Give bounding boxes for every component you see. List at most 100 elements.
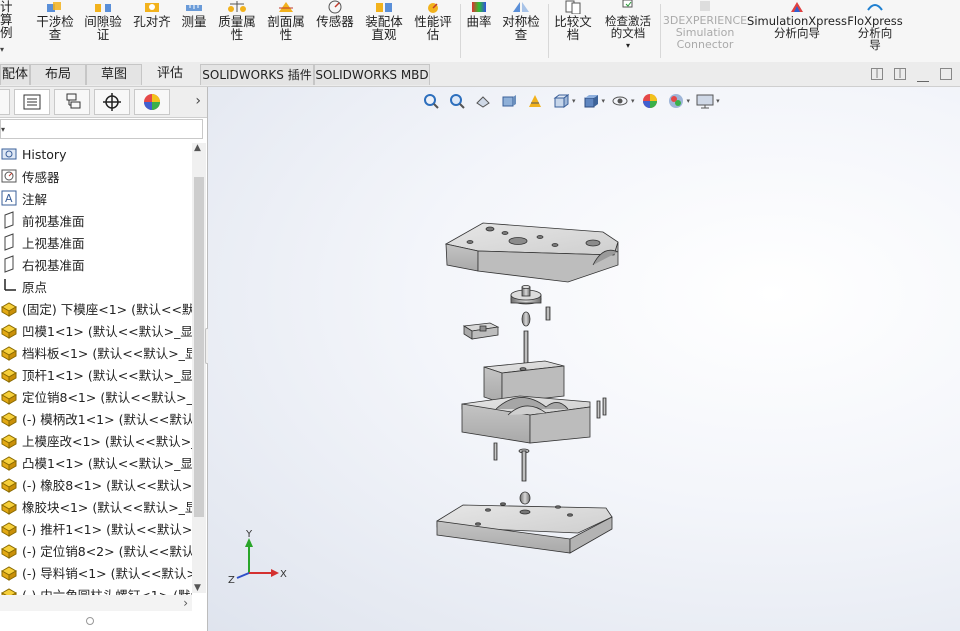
tree-item[interactable]: (-) 定位销8<2> (默认<<默认> [0, 539, 192, 561]
hole-alignment-label: 孔对齐 [133, 14, 171, 29]
guide-pin[interactable] [596, 400, 601, 419]
section-properties-label: 剖面属 性 [267, 14, 305, 42]
scroll-up-icon[interactable]: ▲ [194, 143, 201, 153]
simulationxpress-button[interactable]: SimulationXpress 分析向导 [747, 0, 847, 60]
ejector-rod[interactable] [523, 330, 529, 366]
chevron-right-icon[interactable]: › [195, 93, 201, 109]
tree-item[interactable]: 右视基准面 [0, 253, 192, 275]
mass-properties-button[interactable]: 质量属 性 [213, 0, 261, 60]
tab-dimxpert-manager[interactable] [94, 89, 130, 115]
tab-property-manager[interactable] [14, 89, 50, 115]
tree-item-label: 传感器 [22, 169, 60, 185]
stopper-plate[interactable] [462, 322, 500, 340]
part-icon [0, 541, 18, 559]
tree-item[interactable]: 上视基准面 [0, 231, 192, 253]
graphics-area[interactable]: ▾ ▾ ▾ ▾ ▾ Y X Z [208, 87, 960, 631]
tree-filter-input[interactable] [0, 119, 203, 139]
symmetry-check-button[interactable]: 对称检 查 [498, 0, 544, 60]
scroll-down-icon[interactable]: ▼ [194, 583, 201, 593]
floxpress-button[interactable]: FloXpress 分析向 导 [847, 0, 903, 60]
hole-alignment-button[interactable]: 孔对齐 [128, 0, 176, 60]
panel-tabs: › [0, 87, 207, 118]
3dexperience-simulation-connector-button[interactable]: 3DEXPERIENCE Simulation Connector [663, 0, 747, 60]
check-active-document-button[interactable]: 检查激活 的文档 ▾ [598, 0, 658, 60]
interference-detection-button[interactable]: 干涉检 查 [32, 0, 78, 60]
upper-die-seat[interactable] [444, 222, 619, 283]
tree-item[interactable]: 上模座改<1> (默认<<默认>_显 [0, 429, 192, 451]
tree-item[interactable]: 定位销8<1> (默认<<默认>_显 [0, 385, 192, 407]
tree-item[interactable]: 原点 [0, 275, 192, 297]
tree-item[interactable]: A 注解 [0, 187, 192, 209]
tree-item-label: (-) 模柄改1<1> (默认<<默认> [22, 411, 192, 427]
assembly-visualization-button[interactable]: 装配体 直观 [361, 0, 407, 60]
tree-item-label: 凹模1<1> (默认<<默认>_显示 [22, 323, 192, 339]
die-shank[interactable] [510, 284, 542, 327]
die[interactable] [461, 395, 591, 444]
tab-solidworks-mbd[interactable]: SOLIDWORKS MBD [314, 64, 430, 85]
chevron-down-icon[interactable]: ▾ [1, 125, 5, 134]
window-controls: | | [871, 68, 952, 82]
measure-button[interactable]: 测量 [178, 0, 210, 60]
command-tabs: 配体 布局 草图 评估 SOLIDWORKS 插件 SOLIDWORKS MBD… [0, 62, 960, 87]
annotation-icon: A [0, 189, 18, 207]
origin-icon [0, 277, 18, 295]
sensor-button[interactable]: 传感器 [312, 0, 358, 60]
tree-item[interactable]: (-) 导料销<1> (默认<<默认>_ [0, 561, 192, 583]
clearance-verification-button[interactable]: 间隙验 证 [80, 0, 126, 60]
chevron-down-icon[interactable]: ▾ [626, 40, 630, 52]
tree-item[interactable]: History [0, 143, 192, 165]
exploded-assembly-model[interactable]: Y X Z [208, 87, 960, 631]
rubber-block[interactable] [519, 491, 531, 505]
push-rod[interactable] [518, 448, 530, 482]
restore-icon[interactable] [940, 68, 952, 80]
curvature-button[interactable]: 曲率 [464, 0, 494, 60]
symmetry-check-label: 对称检 查 [502, 14, 540, 42]
sensor-icon [0, 167, 18, 185]
tree-item[interactable]: 凹模1<1> (默认<<默认>_显示 [0, 319, 192, 341]
positioning-pin[interactable] [493, 442, 498, 461]
tree-item[interactable]: (-) 模柄改1<1> (默认<<默认> [0, 407, 192, 429]
tree-scrollbar[interactable]: ▲ ▼ [192, 143, 206, 593]
ribbon-divider [548, 4, 549, 58]
chevron-down-icon[interactable]: ▾ [0, 45, 4, 54]
tree-item[interactable]: 顶杆1<1> (默认<<默认>_显示 [0, 363, 192, 385]
clearance-verification-label: 间隙验 证 [84, 14, 122, 42]
tab-display-manager[interactable] [134, 89, 170, 115]
section-properties-button[interactable]: 剖面属 性 [262, 0, 310, 60]
tab-assembly[interactable]: 配体 [0, 64, 30, 85]
tree-item[interactable]: (固定) 下模座<1> (默认<<默认 [0, 297, 192, 319]
tile-right-icon[interactable]: | [894, 68, 906, 80]
dowel-pin[interactable] [545, 306, 551, 321]
tile-left-icon[interactable]: | [871, 68, 883, 80]
tree-item[interactable]: 档料板<1> (默认<<默认>_显示 [0, 341, 192, 363]
triad-z-label: Z [228, 575, 235, 586]
tab-layout[interactable]: 布局 [30, 64, 86, 85]
tree-item[interactable]: 前视基准面 [0, 209, 192, 231]
scrollbar-thumb[interactable] [194, 177, 204, 517]
tree-item-label: 前视基准面 [22, 213, 85, 229]
panel-resize-handle[interactable] [86, 617, 94, 625]
tree-item[interactable]: (-) 推杆1<1> (默认<<默认>_显 [0, 517, 192, 539]
scroll-right-icon[interactable]: › [183, 596, 188, 610]
tree-item-label: 原点 [22, 279, 48, 295]
simulationxpress-label: SimulationXpress 分析向导 [747, 14, 847, 40]
tree-item[interactable]: 橡胶块<1> (默认<<默认>_显示 [0, 495, 192, 517]
minimize-icon[interactable] [917, 74, 929, 82]
tree-item-label: 定位销8<1> (默认<<默认>_显 [22, 389, 192, 405]
section-properties-icon [279, 2, 293, 12]
tree-item[interactable]: 传感器 [0, 165, 192, 187]
tree-item[interactable]: (-) 内六角圆柱头螺钉<1> (默认 [0, 583, 192, 595]
tree-horizontal-scrollbar[interactable]: › [0, 595, 192, 611]
guide-pin[interactable] [602, 397, 607, 416]
lower-die-seat[interactable] [436, 502, 613, 554]
compare-documents-button[interactable]: 比较文 档 [552, 0, 594, 60]
tab-evaluate[interactable]: 评估 [142, 64, 198, 86]
tree-item[interactable]: 凸模1<1> (默认<<默认>_显示 [0, 451, 192, 473]
tree-item[interactable]: (-) 橡胶8<1> (默认<<默认>_显 [0, 473, 192, 495]
tab-configuration-manager[interactable] [54, 89, 90, 115]
tab-feature-manager[interactable] [0, 89, 10, 115]
display-manager-icon [144, 94, 160, 110]
tab-sketch[interactable]: 草图 [86, 64, 142, 85]
performance-evaluation-button[interactable]: 性能评 估 [410, 0, 456, 60]
tab-solidworks-addins[interactable]: SOLIDWORKS 插件 [200, 64, 314, 85]
